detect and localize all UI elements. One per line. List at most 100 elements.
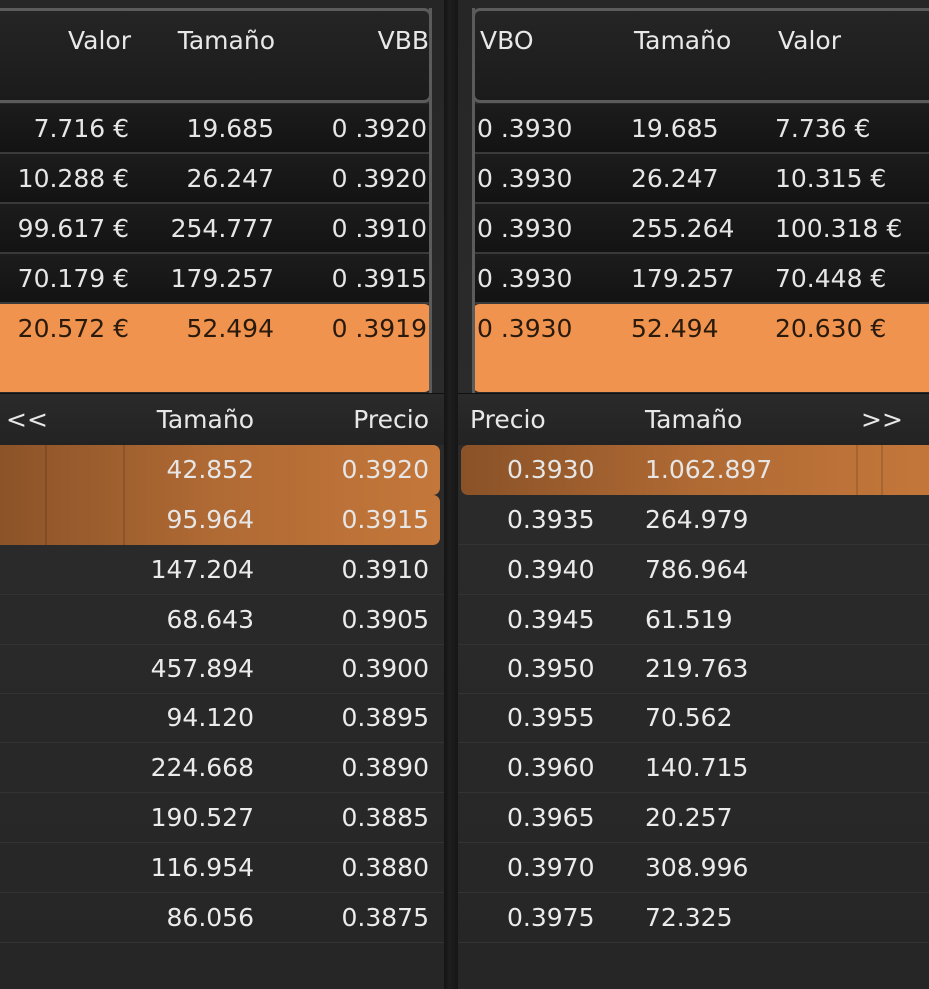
bid-tamano: 94.120 — [166, 703, 254, 732]
trade-tamano: 255.264 — [631, 214, 735, 243]
column-header-valor[interactable]: Valor — [778, 11, 841, 71]
column-header-vbo[interactable]: VBO — [480, 11, 534, 71]
bid-row[interactable]: 190.527 0.3885 — [0, 793, 444, 843]
column-header-valor[interactable]: Valor — [23, 11, 131, 71]
bid-book-header: << Tamaño Precio — [0, 393, 444, 445]
trade-vbo: 0 .3930 — [477, 214, 573, 243]
ask-precio: 0.3960 — [507, 753, 595, 782]
trade-vbo: 0 .3930 — [477, 264, 573, 293]
bid-precio: 0.3910 — [341, 555, 429, 584]
buy-trades-header: Valor Tamaño VBB — [0, 8, 432, 103]
trade-row[interactable]: 0 .3930 19.685 7.736 € — [472, 104, 929, 154]
trade-vbb: 0 .3915 — [331, 264, 427, 293]
bid-tamano: 116.954 — [150, 853, 254, 882]
bid-precio: 0.3915 — [341, 505, 429, 534]
trade-row-highlighted[interactable]: 0 .3930 52.494 20.630 € — [472, 304, 929, 392]
ask-precio: 0.3945 — [507, 605, 595, 634]
bid-tamano: 95.964 — [166, 505, 254, 534]
bid-panel: Valor Tamaño VBB 7.716 € 19.685 0 .3920 … — [0, 0, 444, 989]
ask-row[interactable]: 0.3940 786.964 — [458, 545, 929, 595]
ask-row[interactable]: 0.3945 61.519 — [458, 595, 929, 645]
depth-segment — [123, 445, 125, 495]
trade-row[interactable]: 0 .3930 255.264 100.318 € — [472, 204, 929, 254]
trade-row[interactable]: 70.179 € 179.257 0 .3915 — [0, 254, 432, 304]
bid-tamano: 68.643 — [166, 605, 254, 634]
ask-precio: 0.3950 — [507, 654, 595, 683]
bid-row[interactable]: 94.120 0.3895 — [0, 693, 444, 743]
ask-row[interactable]: 0.3965 20.257 — [458, 793, 929, 843]
ask-tamano: 219.763 — [645, 654, 749, 683]
bid-tamano: 190.527 — [150, 803, 254, 832]
trade-tamano: 52.494 — [186, 314, 274, 343]
trade-tamano: 26.247 — [186, 164, 274, 193]
bid-row[interactable]: 68.643 0.3905 — [0, 595, 444, 645]
ask-row[interactable]: 0.3950 219.763 — [458, 644, 929, 694]
bid-precio: 0.3905 — [341, 605, 429, 634]
ask-row[interactable]: 0.3955 70.562 — [458, 693, 929, 743]
column-header-tamano[interactable]: Tamaño — [634, 11, 731, 71]
ask-precio: 0.3930 — [507, 455, 595, 484]
column-header-vbb[interactable]: VBB — [323, 11, 429, 71]
ask-tamano: 72.325 — [645, 903, 733, 932]
ask-book-header: Precio Tamaño >> — [458, 393, 929, 445]
trade-tamano: 179.257 — [631, 264, 735, 293]
trade-valor: 10.315 € — [775, 164, 887, 193]
trade-row[interactable]: 99.617 € 254.777 0 .3910 — [0, 204, 432, 254]
bid-tamano: 224.668 — [150, 753, 254, 782]
bid-row[interactable]: 86.056 0.3875 — [0, 893, 444, 943]
trade-vbo: 0 .3930 — [477, 314, 573, 343]
bid-tamano: 86.056 — [166, 903, 254, 932]
bid-precio: 0.3890 — [341, 753, 429, 782]
trade-vbo: 0 .3930 — [477, 164, 573, 193]
bid-row[interactable]: 116.954 0.3880 — [0, 843, 444, 893]
bid-tamano: 147.204 — [150, 555, 254, 584]
bid-precio: 0.3880 — [341, 853, 429, 882]
trade-row-highlighted[interactable]: 20.572 € 52.494 0 .3919 — [0, 304, 432, 392]
ask-tamano: 1.062.897 — [645, 455, 773, 484]
ask-row-highlighted[interactable]: 0.3930 1.062.897 — [461, 445, 929, 495]
table-border — [472, 8, 475, 393]
ask-tamano: 786.964 — [645, 555, 749, 584]
depth-segment — [123, 495, 125, 545]
bid-precio: 0.3900 — [341, 654, 429, 683]
ask-tamano: 140.715 — [645, 753, 749, 782]
bid-row-highlighted[interactable]: 42.852 0.3920 — [0, 445, 440, 495]
trade-row[interactable]: 7.716 € 19.685 0 .3920 — [0, 104, 432, 154]
trade-valor: 7.736 € — [775, 114, 871, 143]
trade-vbo: 0 .3930 — [477, 114, 573, 143]
depth-segment — [881, 445, 883, 495]
trade-row[interactable]: 0 .3930 179.257 70.448 € — [472, 254, 929, 304]
ask-row[interactable]: 0.3935 264.979 — [458, 495, 929, 545]
bid-precio: 0.3920 — [341, 455, 429, 484]
ask-row[interactable]: 0.3960 140.715 — [458, 743, 929, 793]
ask-precio: 0.3940 — [507, 555, 595, 584]
prev-page-button[interactable]: << — [6, 390, 48, 450]
trade-row[interactable]: 10.288 € 26.247 0 .3920 — [0, 154, 432, 204]
bid-precio: 0.3885 — [341, 803, 429, 832]
trade-valor: 10.288 € — [17, 164, 129, 193]
buy-trades-table: Valor Tamaño VBB 7.716 € 19.685 0 .3920 … — [0, 0, 432, 393]
ask-tamano: 61.519 — [645, 605, 733, 634]
trade-vbb: 0 .3920 — [331, 164, 427, 193]
column-header-tamano[interactable]: Tamaño — [151, 11, 275, 71]
ask-precio: 0.3955 — [507, 703, 595, 732]
next-page-button[interactable]: >> — [861, 390, 903, 450]
trade-valor: 70.179 € — [17, 264, 129, 293]
column-header-precio[interactable]: Precio — [320, 390, 429, 450]
trade-row[interactable]: 0 .3930 26.247 10.315 € — [472, 154, 929, 204]
ask-row[interactable]: 0.3975 72.325 — [458, 893, 929, 943]
bid-tamano: 457.894 — [150, 654, 254, 683]
column-header-tamano[interactable]: Tamaño — [130, 390, 254, 450]
ask-precio: 0.3975 — [507, 903, 595, 932]
column-header-precio[interactable]: Precio — [470, 390, 546, 450]
sell-trades-table: VBO Tamaño Valor 0 .3930 19.685 7.736 € … — [472, 0, 929, 393]
bid-row-highlighted[interactable]: 95.964 0.3915 — [0, 495, 440, 545]
ask-row[interactable]: 0.3970 308.996 — [458, 843, 929, 893]
ask-tamano: 308.996 — [645, 853, 749, 882]
bid-row[interactable]: 224.668 0.3890 — [0, 743, 444, 793]
bid-row[interactable]: 147.204 0.3910 — [0, 545, 444, 595]
trade-tamano: 19.685 — [186, 114, 274, 143]
column-header-tamano[interactable]: Tamaño — [645, 390, 742, 450]
bid-row[interactable]: 457.894 0.3900 — [0, 644, 444, 694]
depth-segment — [45, 445, 47, 495]
